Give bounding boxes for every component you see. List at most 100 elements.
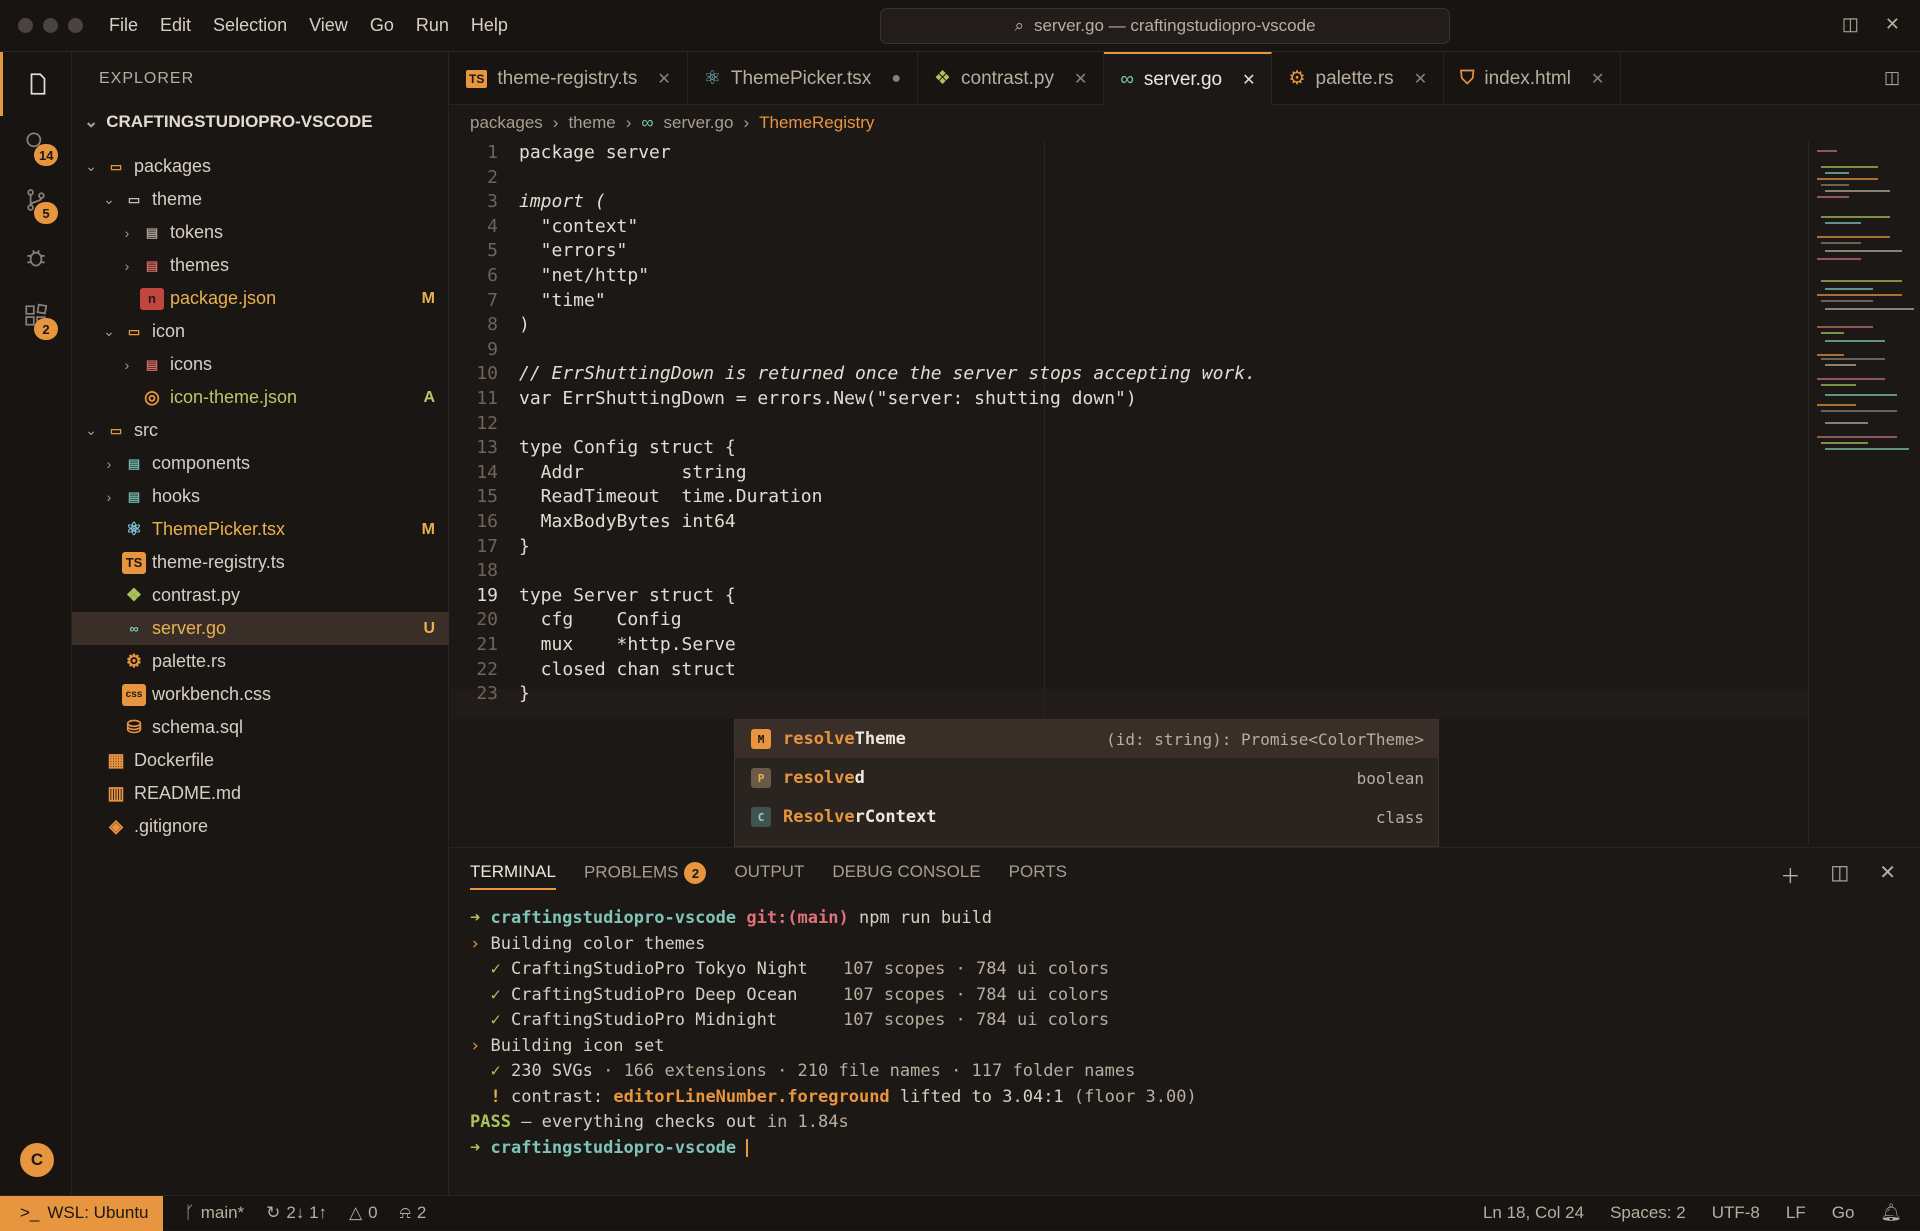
property-icon: P	[751, 768, 771, 788]
window-controls[interactable]	[18, 18, 83, 33]
menu-file[interactable]: File	[109, 15, 138, 36]
suggestion-match: Resolve	[783, 807, 855, 827]
chevron-down-icon: ⌄	[85, 158, 97, 174]
close-icon[interactable]: ✕	[1242, 70, 1255, 90]
encoding[interactable]: UTF-8	[1712, 1203, 1760, 1223]
close-icon[interactable]: ✕	[657, 69, 670, 89]
account-avatar[interactable]: C	[20, 1143, 54, 1177]
menu-go[interactable]: Go	[370, 15, 394, 36]
debug-icon[interactable]	[0, 226, 72, 290]
menu-view[interactable]: View	[309, 15, 348, 36]
tree-item-contrast-py[interactable]: ❖ contrast.py	[72, 579, 449, 612]
code-line: MaxBodyBytes int64	[519, 511, 736, 532]
split-editor-icon[interactable]: ◫	[1884, 68, 1900, 88]
source-control-icon[interactable]: 5	[0, 168, 72, 232]
tree-item-themes[interactable]: › ▤ themes	[72, 249, 449, 282]
extensions-icon[interactable]: 2	[0, 284, 72, 348]
panel-tab-problems[interactable]: PROBLEMS 2	[584, 862, 707, 890]
language-mode[interactable]: Go	[1832, 1203, 1855, 1223]
tab-server-go[interactable]: ∞ server.go ✕	[1104, 52, 1273, 105]
tree-item-src[interactable]: ⌄ ▭ src	[72, 414, 449, 447]
tree-item-packages[interactable]: ⌄ ▭ packages	[72, 150, 449, 183]
line-number: 8	[487, 314, 498, 336]
chevron-right-icon: ›	[106, 488, 112, 505]
tree-item-theme-registry[interactable]: TS theme-registry.ts	[72, 546, 449, 579]
branch-item[interactable]: ᚴ main*	[185, 1203, 245, 1223]
panel-tab-output[interactable]: OUTPUT	[734, 862, 804, 890]
toggle-layout-icon[interactable]: ◫	[1842, 14, 1859, 35]
tab-contrast-py[interactable]: ❖ contrast.py ✕	[918, 52, 1105, 105]
line-ending[interactable]: LF	[1786, 1203, 1806, 1223]
close-icon[interactable]: ✕	[1414, 69, 1427, 89]
problems-item[interactable]: △ 0 ⍾ 2	[349, 1203, 426, 1223]
code-line: import (	[519, 191, 606, 213]
tree-item-palette-rs[interactable]: ⚙ palette.rs	[72, 645, 449, 678]
prompt-repo: craftingstudiopro-vscode	[490, 908, 737, 928]
indentation[interactable]: Spaces: 2	[1610, 1203, 1686, 1223]
menu-run[interactable]: Run	[416, 15, 449, 36]
tree-item-icon-theme-json[interactable]: ◎ icon-theme.json A	[72, 381, 449, 414]
cursor-position[interactable]: Ln 18, Col 24	[1483, 1203, 1584, 1223]
tab-palette-rs[interactable]: ⚙ palette.rs ✕	[1272, 52, 1445, 105]
close-icon[interactable]: ✕	[1591, 69, 1604, 89]
tree-item-gitignore[interactable]: ◈ .gitignore	[72, 810, 449, 843]
explorer-icon[interactable]	[0, 52, 72, 116]
tree-item-hooks[interactable]: › ▤ hooks	[72, 480, 449, 513]
warning-floor: (floor 3.00)	[1063, 1086, 1197, 1107]
close-window-icon[interactable]: ✕	[1885, 14, 1900, 35]
panel-tab-terminal[interactable]: TERMINAL	[470, 862, 556, 890]
tree-item-theme[interactable]: ⌄ ▭ theme	[72, 183, 449, 216]
tree-item-components[interactable]: › ▤ components	[72, 447, 449, 480]
remote-indicator[interactable]: >_ WSL: Ubuntu	[0, 1195, 163, 1231]
suggestion-item[interactable]: Mresolve Theme (id: string): Promise<Color…	[735, 720, 1438, 758]
tree-item-tokens[interactable]: › ▤ tokens	[72, 216, 449, 249]
tree-item-schema-sql[interactable]: ⛁ schema.sql	[72, 711, 449, 744]
tree-label: schema.sql	[152, 717, 244, 737]
code-line: "time"	[519, 289, 606, 311]
breadcrumb-file[interactable]: server.go	[664, 113, 734, 133]
new-terminal-icon[interactable]: ＋	[1780, 860, 1800, 889]
unsaved-dot-icon[interactable]: ●	[891, 70, 901, 88]
terminal-output[interactable]: ➜ craftingstudiopro-vscode git:(main) np…	[470, 906, 1197, 1161]
split-terminal-icon[interactable]: ◫	[1830, 860, 1849, 889]
code-line: mux *http.Serve	[519, 634, 736, 655]
minimap[interactable]	[1808, 140, 1920, 845]
tree-item-icon[interactable]: ⌄ ▭ icon	[72, 315, 449, 348]
tree-item-package-json[interactable]: n package.json M	[72, 282, 449, 315]
search-icon[interactable]: 14	[0, 110, 72, 174]
tab-index-html[interactable]: ⛉ index.html ✕	[1444, 52, 1622, 105]
breadcrumb-theme[interactable]: theme	[568, 113, 615, 133]
tree-item-icons[interactable]: › ▤ icons	[72, 348, 449, 381]
close-panel-icon[interactable]: ✕	[1879, 860, 1896, 889]
panel-tab-debug-console[interactable]: DEBUG CONSOLE	[832, 862, 980, 890]
tree-item-workbench-css[interactable]: css workbench.css	[72, 678, 449, 711]
breadcrumb-symbol[interactable]: ThemeRegistry	[759, 113, 874, 133]
tab-themepicker[interactable]: ⚛ ThemePicker.tsx ●	[688, 52, 918, 105]
tree-item-server-go[interactable]: ∞ server.go U	[72, 612, 449, 645]
workspace-root[interactable]: ⌄ CRAFTINGSTUDIOPRO-VSCODE	[84, 112, 373, 132]
tree-item-dockerfile[interactable]: ▦ Dockerfile	[72, 744, 449, 777]
menu-help[interactable]: Help	[471, 15, 508, 36]
sync-item[interactable]: ↻ 2↓ 1↑	[266, 1203, 327, 1223]
pass-message: – everything checks out	[510, 1112, 757, 1132]
tree-label: package.json	[170, 288, 277, 308]
menu-selection[interactable]: Selection	[213, 15, 287, 36]
panel-tab-ports[interactable]: PORTS	[1009, 862, 1067, 890]
suggestion-item[interactable]: C Resolve rContext class	[735, 798, 1438, 836]
tab-theme-registry[interactable]: TS theme-registry.ts ✕	[450, 52, 688, 105]
suggestion-item[interactable]: Presolve d boolean	[735, 759, 1438, 797]
notifications-icon[interactable]: 🔔︎	[1880, 1203, 1902, 1223]
go-icon: ∞	[129, 621, 139, 636]
tree-label: icons	[170, 354, 213, 374]
command-center[interactable]: ⌕ server.go — craftingstudiopro-vscode	[880, 8, 1450, 44]
close-icon[interactable]: ✕	[1074, 69, 1087, 89]
tree-item-themepicker[interactable]: ⚛ ThemePicker.tsx M	[72, 513, 449, 546]
tree-label: theme-registry.ts	[152, 552, 285, 572]
breadcrumb-packages[interactable]: packages	[470, 113, 543, 133]
current-line-highlight	[450, 689, 1808, 719]
minimap-line	[1825, 340, 1885, 342]
suggestion-match: resolve	[783, 768, 855, 788]
minimap-line	[1817, 294, 1902, 296]
tree-item-readme[interactable]: ▥ README.md	[72, 777, 449, 810]
menu-edit[interactable]: Edit	[160, 15, 191, 36]
